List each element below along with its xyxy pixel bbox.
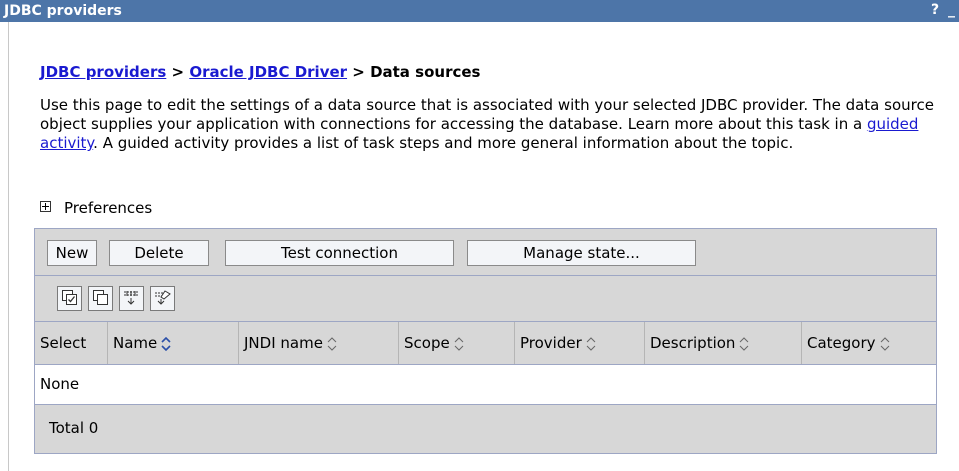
preferences-toggle[interactable]: Preferences bbox=[40, 199, 152, 217]
breadcrumb-jdbc-providers-link[interactable]: JDBC providers bbox=[40, 63, 166, 81]
window-titlebar: JDBC providers ? _ bbox=[0, 0, 959, 22]
minimize-icon[interactable]: _ bbox=[948, 2, 955, 18]
column-header-scope[interactable]: Scope bbox=[399, 322, 515, 364]
table-header: Select Name JNDI name Scope Provider Des… bbox=[35, 321, 936, 365]
delete-button[interactable]: Delete bbox=[109, 240, 209, 266]
column-header-select: Select bbox=[35, 322, 108, 364]
description-text-end: . A guided activity provides a list of t… bbox=[93, 134, 794, 152]
column-header-jndi-name[interactable]: JNDI name bbox=[239, 322, 399, 364]
sort-icon[interactable] bbox=[161, 336, 171, 351]
select-all-icon[interactable] bbox=[57, 286, 82, 311]
sort-icon[interactable] bbox=[739, 336, 749, 351]
empty-table-row: None bbox=[35, 365, 936, 405]
description-text: Use this page to edit the settings of a … bbox=[40, 96, 934, 133]
column-header-description[interactable]: Description bbox=[645, 322, 802, 364]
sort-icon[interactable] bbox=[454, 336, 464, 351]
breadcrumb-oracle-driver-link[interactable]: Oracle JDBC Driver bbox=[189, 63, 347, 81]
column-header-provider[interactable]: Provider bbox=[515, 322, 645, 364]
manage-state-button[interactable]: Manage state... bbox=[467, 240, 696, 266]
sort-icon[interactable] bbox=[327, 336, 337, 351]
icon-toolbar bbox=[35, 276, 936, 321]
breadcrumb-separator: > bbox=[347, 63, 371, 81]
page-description: Use this page to edit the settings of a … bbox=[40, 96, 945, 153]
new-button[interactable]: New bbox=[47, 240, 97, 266]
breadcrumb-separator: > bbox=[166, 63, 190, 81]
preferences-label: Preferences bbox=[64, 199, 153, 217]
help-icon[interactable]: ? bbox=[931, 2, 939, 18]
action-toolbar: New Delete Test connection Manage state.… bbox=[35, 229, 936, 276]
deselect-all-icon[interactable] bbox=[88, 286, 113, 311]
breadcrumb: JDBC providers > Oracle JDBC Driver > Da… bbox=[40, 63, 480, 81]
sort-icon[interactable] bbox=[880, 336, 890, 351]
table-total: Total 0 bbox=[35, 405, 936, 453]
test-connection-button[interactable]: Test connection bbox=[225, 240, 454, 266]
column-header-category[interactable]: Category bbox=[802, 322, 936, 364]
expand-plus-icon[interactable] bbox=[40, 201, 51, 212]
left-divider bbox=[8, 22, 9, 471]
clear-filter-icon[interactable] bbox=[150, 286, 175, 311]
show-filter-icon[interactable] bbox=[119, 286, 144, 311]
sort-icon[interactable] bbox=[586, 336, 596, 351]
window-title: JDBC providers bbox=[4, 3, 122, 19]
column-header-name[interactable]: Name bbox=[108, 322, 239, 364]
data-sources-panel: New Delete Test connection Manage state.… bbox=[34, 228, 937, 454]
breadcrumb-current: Data sources bbox=[370, 63, 481, 81]
